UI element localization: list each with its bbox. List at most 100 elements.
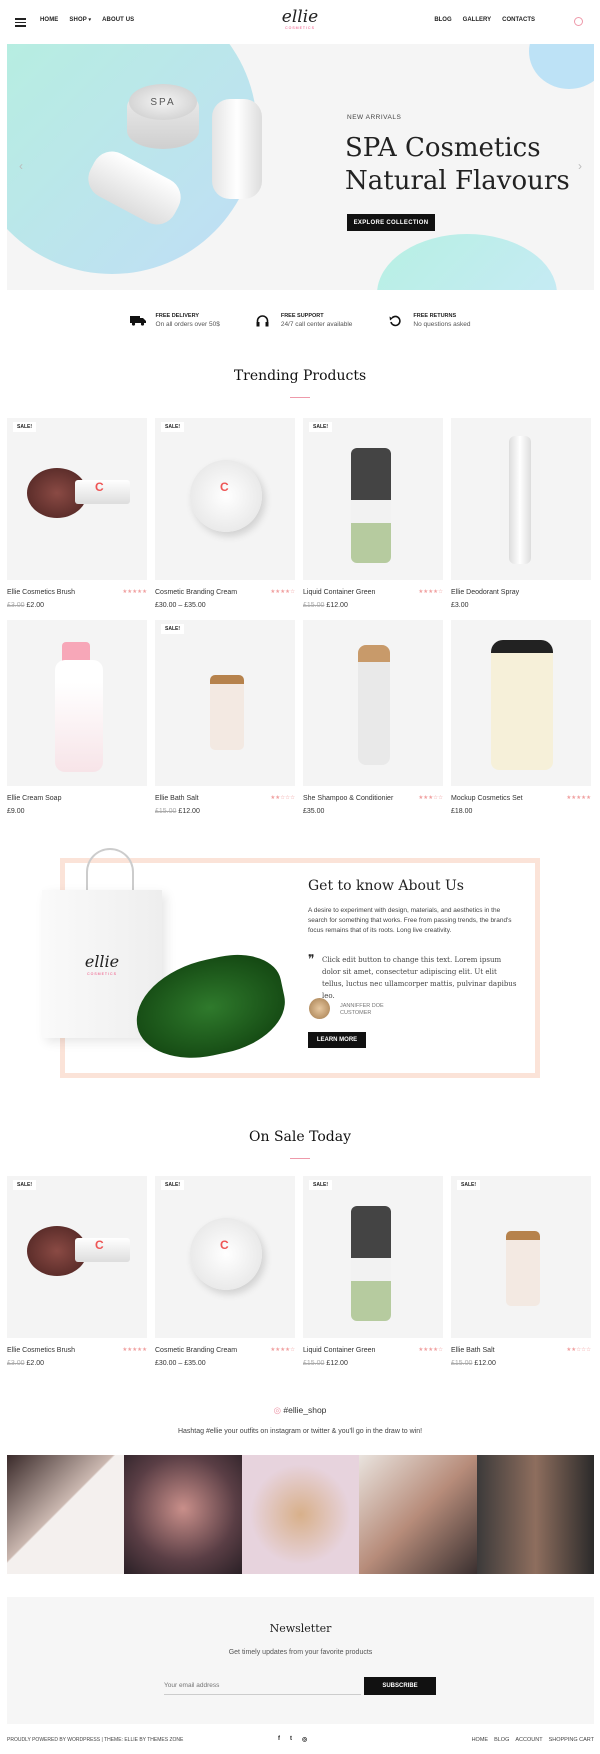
product-price: £9.00: [7, 808, 147, 815]
current-price: £12.00: [178, 808, 200, 815]
product-price: £3.00 £2.00: [7, 602, 147, 609]
brand-c-icon: C: [95, 480, 104, 494]
product-card[interactable]: SALE! Liquid Container Green ★★★★☆ £15.00…: [303, 1176, 443, 1367]
sale-badge: SALE!: [309, 1180, 332, 1190]
old-price: £3.00: [7, 1360, 25, 1367]
rating-stars-icon: ★★★★★: [566, 795, 591, 801]
brand-c-icon: C: [220, 1238, 229, 1252]
soap-bottle-shape: [55, 660, 103, 772]
product-name[interactable]: Cosmetic Branding Cream: [155, 589, 237, 596]
product-name[interactable]: Liquid Container Green: [303, 1347, 375, 1354]
instagram-icon[interactable]: ◎: [302, 1736, 307, 1743]
facebook-icon[interactable]: f: [278, 1736, 280, 1743]
product-name[interactable]: Ellie Bath Salt: [451, 1347, 495, 1354]
instagram-subtitle: Hashtag #ellie your outfits on instagram…: [177, 1428, 423, 1435]
author-role: CUSTOMER: [340, 1010, 372, 1016]
nav-gallery[interactable]: GALLERY: [463, 17, 491, 23]
product-image[interactable]: [303, 620, 443, 786]
product-card[interactable]: Ellie Cream Soap £9.00: [7, 620, 147, 815]
product-name[interactable]: Mockup Cosmetics Set: [451, 795, 523, 802]
instagram-icon: ◎: [273, 1405, 282, 1415]
learn-more-button[interactable]: LEARN MORE: [308, 1032, 366, 1048]
logo-subtitle: COSMETICS: [285, 26, 315, 30]
nav-contacts[interactable]: CONTACTS: [502, 17, 535, 23]
product-image[interactable]: SALE! C: [7, 418, 147, 580]
product-name[interactable]: She Shampoo & Conditionier: [303, 795, 393, 802]
current-price: £9.00: [7, 808, 25, 815]
footer-link-account[interactable]: ACCOUNT: [515, 1737, 542, 1743]
product-image[interactable]: [451, 620, 591, 786]
trending-title: Trending Products: [233, 368, 367, 384]
footer-link-home[interactable]: HOME: [472, 1737, 489, 1743]
product-card[interactable]: SALE! C Cosmetic Branding Cream ★★★★☆ £30…: [155, 418, 295, 609]
sale-badge: SALE!: [161, 422, 184, 432]
product-card[interactable]: Mockup Cosmetics Set ★★★★★ £18.00: [451, 620, 591, 815]
old-price: £15.00: [155, 808, 177, 815]
current-price: £2.00: [26, 1360, 45, 1367]
subscribe-button[interactable]: SUBSCRIBE: [364, 1677, 436, 1695]
feature-subtitle: On all orders over 50$: [155, 321, 220, 328]
leaf-print-shape: [351, 523, 391, 563]
instagram-photo[interactable]: [476, 1455, 595, 1574]
product-name[interactable]: Ellie Deodorant Spray: [451, 589, 519, 596]
newsletter-title: Newsletter: [269, 1622, 332, 1635]
product-card[interactable]: SALE! C Cosmetic Branding Cream ★★★★☆ £30…: [155, 1176, 295, 1367]
instagram-photo[interactable]: [359, 1455, 477, 1574]
product-card[interactable]: SALE! C Ellie Cosmetics Brush ★★★★★ £3.00…: [7, 1176, 147, 1367]
about-title: Get to know About Us: [308, 878, 464, 894]
product-name[interactable]: Ellie Bath Salt: [155, 795, 199, 802]
instagram-photo[interactable]: [241, 1455, 360, 1574]
nav-blog[interactable]: BLOG: [434, 17, 451, 23]
sale-badge: SALE!: [13, 422, 36, 432]
product-card[interactable]: SALE! Ellie Bath Salt ★★☆☆☆ £15.00 £12.00: [451, 1176, 591, 1367]
product-image[interactable]: SALE!: [155, 620, 295, 786]
instagram-photo[interactable]: [124, 1455, 242, 1574]
cart-icon[interactable]: [574, 17, 583, 26]
email-field[interactable]: [164, 1677, 361, 1695]
bath-salt-jar-shape: [210, 675, 244, 750]
hero-title-line: Natural Flavours: [345, 166, 570, 196]
hero-gradient-blob: [377, 234, 557, 290]
hero-eyebrow: NEW ARRIVALS: [347, 114, 402, 121]
product-image[interactable]: SALE!: [451, 1176, 591, 1338]
feature-title: FREE DELIVERY: [155, 313, 200, 319]
current-price: £12.00: [326, 1360, 348, 1367]
product-card[interactable]: Ellie Deodorant Spray £3.00: [451, 418, 591, 609]
testimonial-quote: Click edit button to change this text. L…: [322, 956, 517, 1000]
product-image[interactable]: SALE! C: [7, 1176, 147, 1338]
bag-logo: ellie: [84, 952, 120, 971]
product-name[interactable]: Ellie Cosmetics Brush: [7, 589, 75, 596]
product-image[interactable]: SALE! C: [155, 1176, 295, 1338]
footer-link-blog[interactable]: BLOG: [494, 1737, 509, 1743]
product-image[interactable]: SALE!: [303, 418, 443, 580]
section-divider: [290, 397, 310, 398]
truck-icon: [129, 315, 146, 327]
slider-prev-icon[interactable]: ‹: [19, 159, 23, 173]
newsletter-section: Newsletter Get timely updates from your …: [7, 1597, 594, 1724]
product-image[interactable]: SALE! C: [155, 418, 295, 580]
product-name[interactable]: Ellie Cream Soap: [7, 795, 61, 802]
product-card[interactable]: SALE! Ellie Bath Salt ★★☆☆☆ £15.00 £12.00: [155, 620, 295, 815]
instagram-photo[interactable]: [7, 1455, 125, 1574]
product-image[interactable]: [7, 620, 147, 786]
instagram-hashtag[interactable]: ◎ #ellie_shop: [0, 1405, 600, 1416]
product-name[interactable]: Ellie Cosmetics Brush: [7, 1347, 75, 1354]
rating-stars-icon: ★★★★☆: [270, 589, 295, 595]
slider-next-icon[interactable]: ›: [578, 159, 582, 173]
spa-jar-lid: SPA: [129, 84, 197, 120]
twitter-icon[interactable]: t: [290, 1736, 292, 1743]
product-price: £3.00 £2.00: [7, 1360, 147, 1367]
product-name[interactable]: Cosmetic Branding Cream: [155, 1347, 237, 1354]
product-card[interactable]: SALE! Liquid Container Green ★★★★☆ £15.00…: [303, 418, 443, 609]
rating-stars-icon: ★★★★★: [122, 589, 147, 595]
product-name[interactable]: Liquid Container Green: [303, 589, 375, 596]
footer-link-cart[interactable]: SHOPPING CART: [549, 1737, 594, 1743]
product-card[interactable]: SALE! C Ellie Cosmetics Brush ★★★★★ £3.00…: [7, 418, 147, 609]
newsletter-subtitle: Get timely updates from your favorite pr…: [228, 1649, 373, 1656]
product-card[interactable]: She Shampoo & Conditionier ★★★☆☆ £35.00: [303, 620, 443, 815]
explore-collection-button[interactable]: EXPLORE COLLECTION: [347, 214, 435, 231]
cream-jar-shape: [190, 1218, 262, 1290]
product-image[interactable]: [451, 418, 591, 580]
jar-label: SPA: [150, 96, 176, 108]
product-image[interactable]: SALE!: [303, 1176, 443, 1338]
